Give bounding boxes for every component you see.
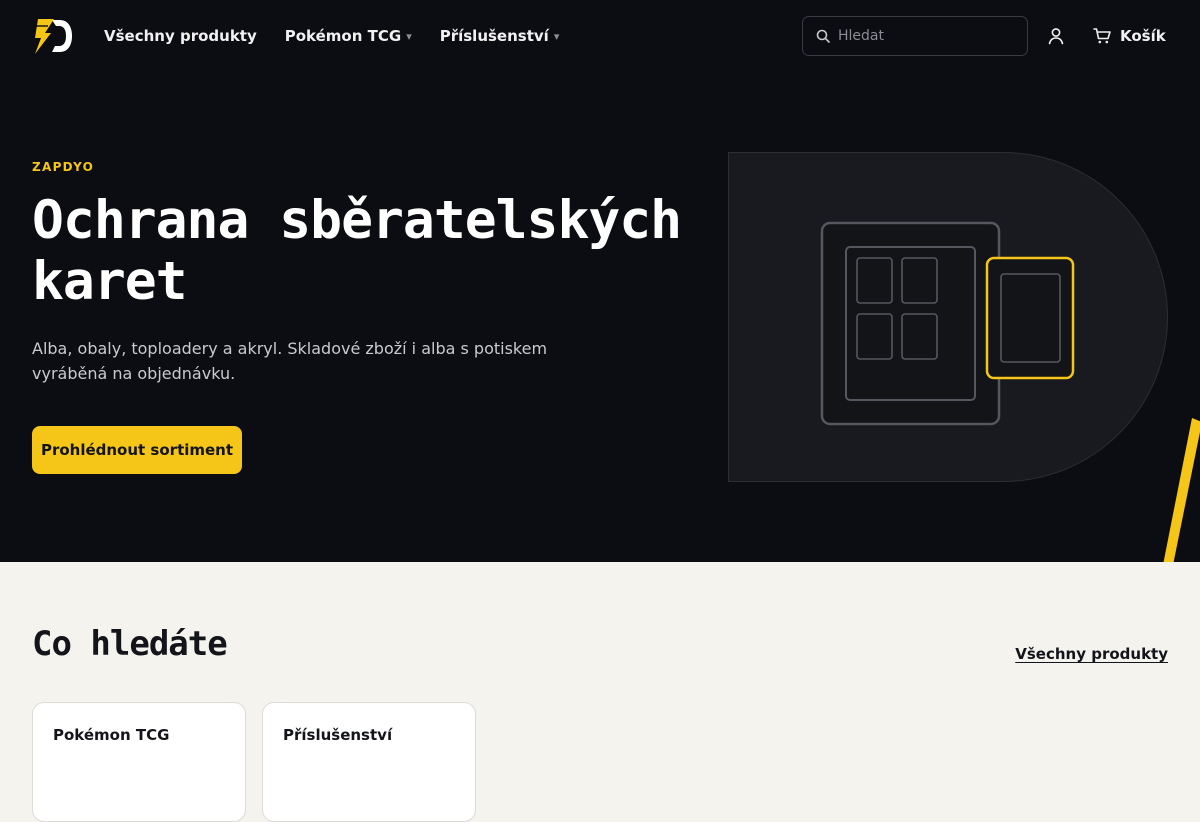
account-button[interactable] (1046, 26, 1066, 46)
hero-eyebrow: ZAPDYO (32, 160, 95, 174)
accent-stripe (1163, 418, 1200, 562)
search-input[interactable] (838, 28, 1008, 44)
nav-item-label: Příslušenství (439, 27, 549, 45)
category-card-label: Příslušenství (283, 726, 393, 744)
category-card-accessories[interactable]: Příslušenství (262, 702, 476, 822)
search-box[interactable] (802, 16, 1028, 56)
hero-section: Všechny produkty Pokémon TCG ▾ Příslušen… (0, 0, 1200, 562)
nav-item-label: Všechny produkty (104, 27, 257, 45)
hero-illustration (728, 152, 1168, 482)
cart-label: Košík (1120, 27, 1166, 45)
brand-logo[interactable] (32, 17, 74, 55)
chevron-down-icon: ▾ (553, 29, 560, 43)
nav-item-pokemon-tcg[interactable]: Pokémon TCG ▾ (285, 27, 412, 45)
chevron-down-icon: ▾ (406, 29, 412, 43)
cart-button[interactable]: Košík (1093, 24, 1166, 48)
nav-item-accessories[interactable]: Příslušenství ▾ (440, 27, 560, 45)
category-card-pokemon-tcg[interactable]: Pokémon TCG (32, 702, 246, 822)
search-icon (816, 29, 830, 43)
card-binder-illustration-icon (728, 152, 1168, 482)
all-products-link[interactable]: Všechny produkty (1015, 645, 1168, 663)
user-icon (1048, 28, 1064, 45)
cart-icon (1093, 28, 1111, 44)
nav-item-label: Pokémon TCG (284, 27, 402, 45)
lightning-d-logo-icon (35, 19, 72, 54)
main-nav: Všechny produkty Pokémon TCG ▾ Příslušen… (104, 0, 587, 72)
hero-subtitle: Alba, obaly, toploadery a akryl. Skladov… (32, 339, 548, 383)
category-card-label: Pokémon TCG (53, 726, 170, 744)
browse-assortment-button[interactable]: Prohlédnout sortiment (32, 426, 242, 474)
nav-item-all-products[interactable]: Všechny produkty (104, 27, 257, 45)
categories-title: Co hledáte (32, 624, 228, 664)
hero-title: Ochrana sběratelských karet (32, 190, 682, 312)
site-header: Všechny produkty Pokémon TCG ▾ Příslušen… (0, 0, 1200, 72)
